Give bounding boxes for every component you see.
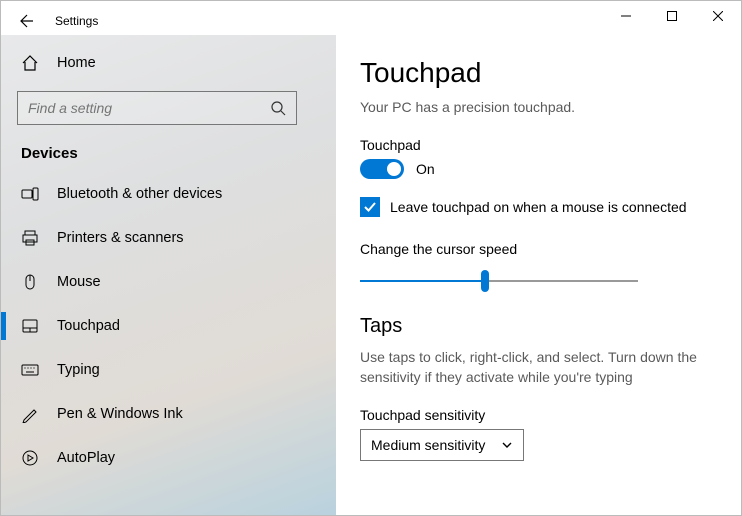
section-header: Devices <box>1 137 336 172</box>
sidebar-item-pen[interactable]: Pen & Windows Ink <box>1 392 336 436</box>
cursor-speed-label: Change the cursor speed <box>360 241 717 257</box>
taps-description: Use taps to click, right-click, and sele… <box>360 348 717 387</box>
sidebar-item-label: Typing <box>57 362 100 378</box>
checkmark-icon <box>363 200 377 214</box>
home-icon <box>21 54 39 72</box>
toggle-knob <box>387 162 401 176</box>
titlebar-left: Settings <box>1 1 98 35</box>
sidebar-item-bluetooth[interactable]: Bluetooth & other devices <box>1 172 336 216</box>
mouse-icon <box>21 273 39 291</box>
sensitivity-select[interactable]: Medium sensitivity <box>360 429 524 461</box>
sensitivity-label: Touchpad sensitivity <box>360 407 717 423</box>
sidebar: Home Devices Bluetooth & other devices <box>1 35 336 515</box>
slider-fill <box>360 280 485 282</box>
search-icon <box>270 100 286 116</box>
sidebar-item-printers[interactable]: Printers & scanners <box>1 216 336 260</box>
search-input[interactable] <box>28 100 270 116</box>
sidebar-item-touchpad[interactable]: Touchpad <box>1 304 336 348</box>
cursor-speed-section: Change the cursor speed <box>360 241 717 291</box>
minimize-icon <box>621 11 631 21</box>
autoplay-icon <box>21 449 39 467</box>
sidebar-item-autoplay[interactable]: AutoPlay <box>1 436 336 480</box>
touchpad-icon <box>21 317 39 335</box>
maximize-icon <box>667 11 677 21</box>
sidebar-item-mouse[interactable]: Mouse <box>1 260 336 304</box>
sidebar-item-label: Pen & Windows Ink <box>57 406 183 422</box>
chevron-down-icon <box>501 439 513 451</box>
back-button[interactable] <box>11 7 39 35</box>
sensitivity-value: Medium sensitivity <box>371 437 485 453</box>
sidebar-item-label: AutoPlay <box>57 450 115 466</box>
sidebar-item-label: Mouse <box>57 274 101 290</box>
content-pane: Touchpad Your PC has a precision touchpa… <box>336 35 741 515</box>
maximize-button[interactable] <box>649 1 695 31</box>
cursor-speed-slider[interactable] <box>360 271 638 291</box>
window-controls <box>603 1 741 31</box>
minimize-button[interactable] <box>603 1 649 31</box>
taps-heading: Taps <box>360 315 717 338</box>
close-button[interactable] <box>695 1 741 31</box>
checkbox-label: Leave touchpad on when a mouse is connec… <box>390 199 687 215</box>
home-label: Home <box>57 55 96 71</box>
touchpad-toggle-label: Touchpad <box>360 137 717 153</box>
sidebar-item-label: Printers & scanners <box>57 230 184 246</box>
page-heading: Touchpad <box>360 57 717 89</box>
search-wrap <box>1 85 336 137</box>
pen-icon <box>21 405 39 423</box>
page-subtitle: Your PC has a precision touchpad. <box>360 99 717 115</box>
back-arrow-icon <box>17 13 33 29</box>
printer-icon <box>21 229 39 247</box>
touchpad-toggle[interactable] <box>360 159 404 179</box>
home-nav[interactable]: Home <box>1 41 336 85</box>
search-box[interactable] <box>17 91 297 125</box>
leave-on-checkbox[interactable] <box>360 197 380 217</box>
slider-thumb[interactable] <box>481 270 489 292</box>
titlebar: Settings <box>1 1 741 35</box>
bluetooth-devices-icon <box>21 185 39 203</box>
toggle-state-text: On <box>416 161 435 177</box>
keyboard-icon <box>21 361 39 379</box>
settings-window: Settings Home <box>0 0 742 516</box>
close-icon <box>713 11 723 21</box>
sidebar-item-label: Bluetooth & other devices <box>57 186 222 202</box>
touchpad-toggle-row: On <box>360 159 717 179</box>
window-body: Home Devices Bluetooth & other devices <box>1 35 741 515</box>
sidebar-item-label: Touchpad <box>57 318 120 334</box>
sidebar-item-typing[interactable]: Typing <box>1 348 336 392</box>
window-title: Settings <box>55 14 98 28</box>
leave-on-checkbox-row: Leave touchpad on when a mouse is connec… <box>360 197 717 217</box>
